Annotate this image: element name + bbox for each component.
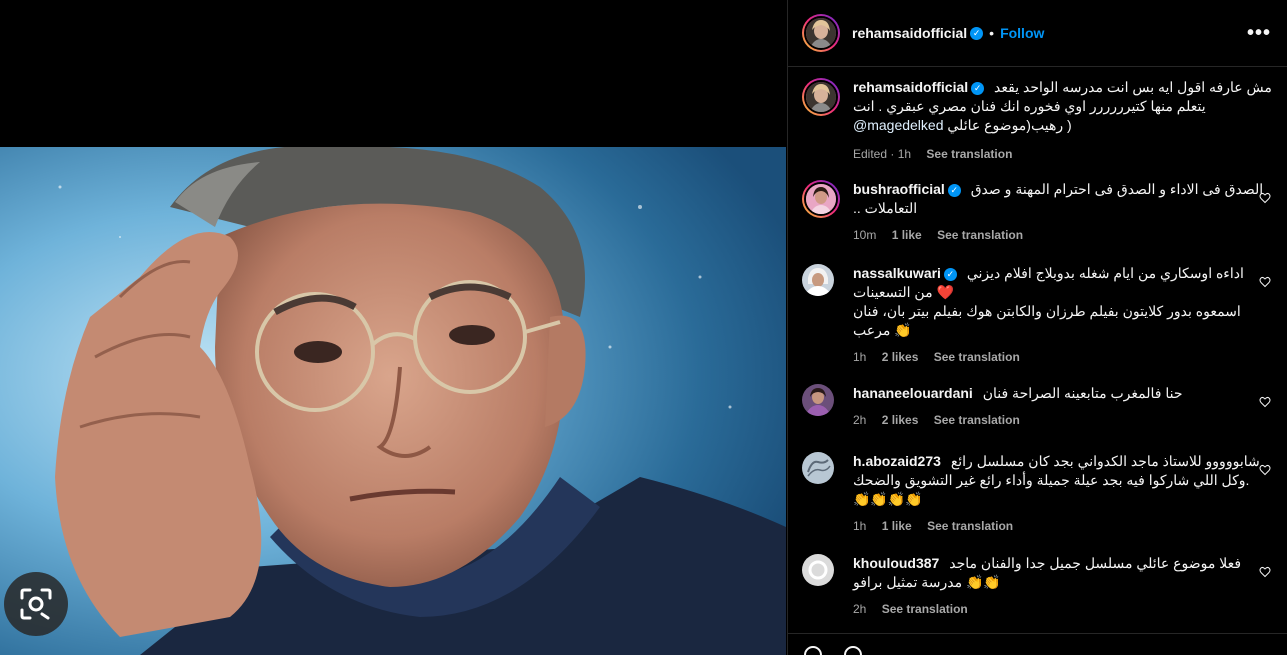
see-translation-link[interactable]: See translation [927, 519, 1013, 533]
comment-username[interactable]: bushraofficial [853, 181, 945, 197]
avatar-image [802, 554, 834, 586]
see-translation-link[interactable]: See translation [882, 602, 968, 616]
comment-item: hananeelouardani حنا فالمغرب متابعينه ال… [802, 384, 1273, 430]
heart-icon[interactable] [1259, 464, 1271, 476]
avatar-image [802, 384, 834, 416]
see-translation-link[interactable]: See translation [926, 147, 1012, 161]
comment-text: 👏👏 مدرسة تمثيل برافو [853, 574, 1001, 590]
caption-line: ( رهيب(موضوع عائلي [947, 117, 1072, 133]
post-header: rehamsaidofficial ✓ • Follow ••• [788, 0, 1287, 67]
comment-text: حنا فالمغرب متابعينه الصراحة فنان [982, 385, 1183, 401]
author-avatar-image [806, 18, 836, 48]
caption-line: يتعلم منها كتيرررررر اوي فخوره انك فنان … [853, 98, 1206, 114]
comment-action-icon[interactable] [844, 646, 862, 655]
comment-time: 1h [853, 519, 867, 533]
verified-badge-icon: ✓ [971, 82, 985, 95]
heart-icon[interactable] [1259, 396, 1271, 408]
comment-item: bushraofficial ✓ الصدق فى الاداء و الصدق … [802, 180, 1273, 245]
comment-time: 2h [853, 602, 867, 616]
comment-likes[interactable]: 2 likes [882, 413, 919, 427]
post-photo[interactable] [0, 147, 786, 655]
comment-username[interactable]: khouloud387 [853, 555, 939, 571]
post-side-panel: rehamsaidofficial ✓ • Follow ••• rehamsa… [787, 0, 1287, 655]
visual-search-button[interactable] [4, 572, 68, 636]
like-action-icon[interactable] [804, 646, 822, 655]
comment-text: .وكل اللي شاركوا فيه بجد عيلة جميلة وأدا… [853, 472, 1250, 488]
avatar-image [802, 264, 834, 296]
verified-badge-icon: ✓ [970, 26, 984, 40]
comment-text: فعلا موضوع عائلي مسلسل جميل جدا والفنان … [949, 555, 1242, 571]
comment-item: h.abozaid273 شابووووو للاستاذ ماجد الكدو… [802, 452, 1273, 536]
heart-icon[interactable] [1259, 566, 1271, 578]
caption-avatar[interactable] [802, 78, 840, 116]
comment-avatar[interactable] [802, 180, 840, 218]
comment-text: اداءه اوسكاري من ايام شغله بدوبلاج افلام… [966, 265, 1244, 281]
comment-item: khouloud387 فعلا موضوع عائلي مسلسل جميل … [802, 554, 1273, 619]
comment-item: nassalkuwari ✓ اداءه اوسكاري من ايام شغله… [802, 264, 1273, 367]
mention-link[interactable]: @magedelked [853, 117, 944, 133]
comment-text: الصدق فى الاداء و الصدق فى احترام المهنة… [970, 181, 1264, 197]
visual-search-icon [20, 588, 52, 620]
comment-text: 👏👏👏👏 [853, 491, 923, 507]
comment-username[interactable]: hananeelouardani [853, 385, 973, 401]
author-username[interactable]: rehamsaidofficial [852, 25, 967, 41]
comment-time: 2h [853, 413, 867, 427]
action-bar [788, 633, 1287, 655]
comments-list[interactable]: rehamsaidofficial ✓ مش عارفه اقول ايه بس … [788, 68, 1287, 633]
author-avatar[interactable] [802, 14, 840, 52]
comment-likes[interactable]: 1 like [892, 228, 922, 242]
comment-time: Edited · 1h [853, 147, 912, 161]
verified-badge-icon: ✓ [943, 268, 957, 281]
comment-text: شابووووو للاستاذ ماجد الكدواني بجد كان م… [950, 453, 1260, 469]
comment-text: اسمعوه بدور كلايتون بفيلم طرزان والكابتن… [853, 303, 1241, 319]
caption-username[interactable]: rehamsaidofficial [853, 79, 968, 95]
caption-avatar-image [806, 82, 836, 112]
comment-text: 👏 مرعب [853, 322, 912, 338]
avatar-image [806, 184, 836, 214]
see-translation-link[interactable]: See translation [937, 228, 1023, 242]
see-translation-link[interactable]: See translation [934, 350, 1020, 364]
comment-time: 10m [853, 228, 877, 242]
comment-text: التعاملات .. [853, 200, 918, 216]
media-pane [0, 0, 786, 655]
see-translation-link[interactable]: See translation [934, 413, 1020, 427]
portrait-illustration [0, 147, 786, 655]
follow-button[interactable]: Follow [1000, 25, 1044, 41]
comment-avatar[interactable] [802, 264, 834, 296]
separator-dot: • [989, 25, 995, 41]
comment-likes[interactable]: 2 likes [882, 350, 919, 364]
heart-icon[interactable] [1259, 192, 1271, 204]
more-options-icon[interactable]: ••• [1247, 22, 1271, 45]
comment-time: 1h [853, 350, 867, 364]
caption: rehamsaidofficial ✓ مش عارفه اقول ايه بس … [802, 78, 1273, 164]
comment-avatar[interactable] [802, 452, 834, 484]
comment-username[interactable]: h.abozaid273 [853, 453, 941, 469]
verified-badge-icon: ✓ [947, 184, 961, 197]
avatar-image [802, 452, 834, 484]
comment-text: ❤️ من التسعينات [853, 284, 954, 300]
comment-avatar[interactable] [802, 554, 834, 586]
caption-line: مش عارفه اقول ايه بس انت مدرسه الواحد يق… [994, 79, 1272, 95]
comment-avatar[interactable] [802, 384, 834, 416]
comment-username[interactable]: nassalkuwari [853, 265, 941, 281]
heart-icon[interactable] [1259, 276, 1271, 288]
comment-likes[interactable]: 1 like [882, 519, 912, 533]
